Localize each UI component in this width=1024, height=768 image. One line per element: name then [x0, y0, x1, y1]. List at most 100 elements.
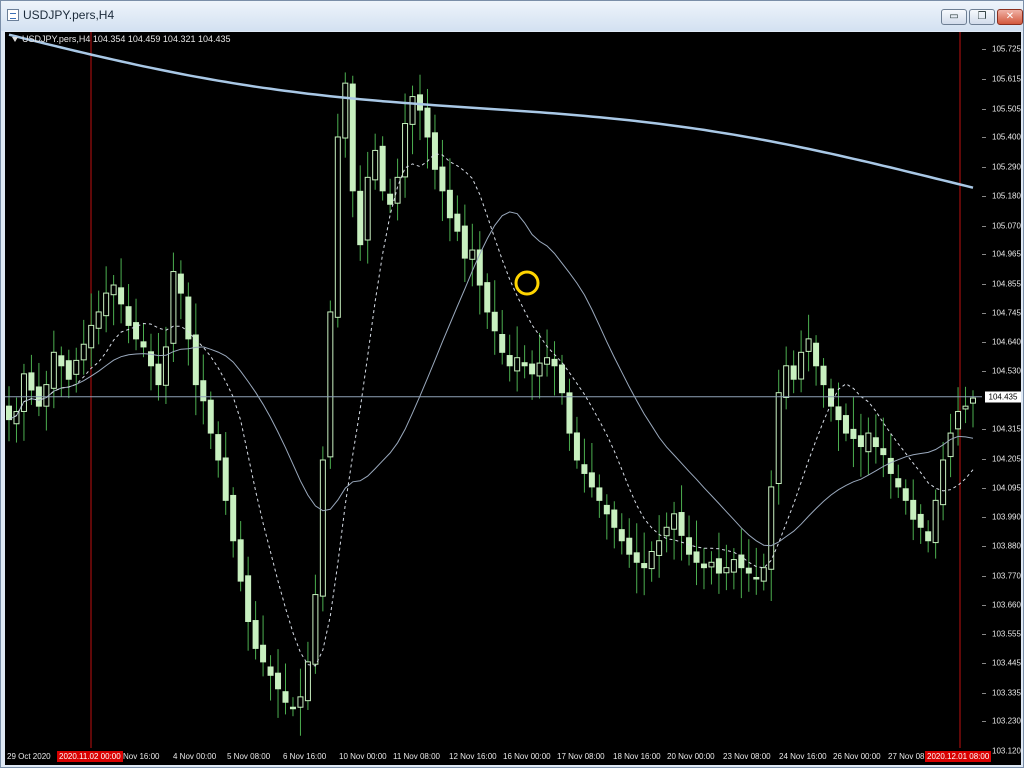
bear-candle-body — [192, 334, 199, 386]
bear-candle-body — [872, 437, 879, 448]
start-time-marker: 2020.11.02 00:00 — [57, 751, 123, 762]
bear-candle-body — [678, 512, 685, 536]
bull-candle-body — [372, 149, 379, 181]
price-label: 105.290 — [992, 162, 1021, 172]
bull-candle-body — [334, 136, 341, 318]
bull-candle-body — [103, 292, 110, 317]
bear-candle-body — [431, 132, 438, 170]
bear-candle-body — [917, 513, 924, 528]
bear-candle-body — [230, 494, 237, 542]
minimize-button[interactable]: ▭ — [941, 9, 967, 25]
ma-slow-line — [8, 33, 974, 189]
price-label: 103.555 — [992, 629, 1021, 639]
terminal-chart-window: USDJPY.pers,H4 ▭ ❐ ✕ USDJPY.pers,H4 104.… — [0, 0, 1024, 768]
price-tick — [982, 49, 986, 51]
price-label: 103.770 — [992, 571, 1021, 581]
time-label: 6 Nov 16:00 — [283, 752, 327, 761]
restore-button[interactable]: ❐ — [969, 9, 995, 25]
bull-candle-body — [544, 357, 551, 365]
time-label: 5 Nov 08:00 — [227, 752, 271, 761]
bull-candle-body — [730, 559, 737, 573]
bull-candle-body — [304, 661, 311, 702]
price-tick — [982, 458, 986, 460]
bear-candle-body — [499, 334, 506, 353]
bull-candle-body — [312, 594, 319, 665]
symbol-ohlc-text: USDJPY.pers,H4 104.354 104.459 104.321 1… — [22, 34, 231, 44]
collapse-triangle-icon[interactable] — [12, 37, 18, 43]
price-tick — [982, 136, 986, 138]
price-label: 105.725 — [992, 44, 1021, 54]
price-label: 104.530 — [992, 366, 1021, 376]
time-label: 27 Nov 08 — [888, 752, 925, 761]
bear-candle-body — [491, 311, 498, 332]
bull-candle-body — [865, 432, 872, 453]
bear-candle-body — [387, 193, 394, 205]
bear-candle-body — [880, 448, 887, 456]
bear-candle-body — [910, 499, 917, 520]
highlight-circle-marker — [514, 270, 540, 296]
bear-candle-body — [850, 428, 857, 439]
price-label: 105.070 — [992, 221, 1021, 231]
price-tick — [982, 371, 986, 373]
bull-candle-body — [671, 513, 678, 530]
bear-candle-body — [573, 432, 580, 461]
bear-candle-body — [207, 399, 214, 434]
price-tick — [982, 516, 986, 518]
bear-candle-body — [895, 478, 902, 488]
price-tick — [982, 341, 986, 343]
price-label: 104.095 — [992, 483, 1021, 493]
bear-candle-body — [260, 644, 267, 663]
bull-candle-body — [327, 311, 334, 458]
price-tick — [982, 429, 986, 431]
bear-candle-body — [379, 145, 386, 192]
price-tick — [982, 79, 986, 81]
bear-candle-body — [745, 567, 752, 574]
price-label: 103.660 — [992, 600, 1021, 610]
price-label: 104.965 — [992, 249, 1021, 259]
current-bid-tag: 104.435 — [985, 391, 1021, 403]
bull-candle-body — [536, 362, 543, 377]
price-tick — [982, 254, 986, 256]
bear-candle-body — [484, 282, 491, 313]
chart-window-icon — [7, 9, 19, 21]
bear-candle-body — [439, 166, 446, 192]
bull-candle-body — [775, 392, 782, 485]
close-button[interactable]: ✕ — [997, 9, 1023, 25]
time-label: 16 Nov 00:00 — [503, 752, 551, 761]
price-tick — [982, 283, 986, 285]
bull-candle-body — [708, 561, 715, 568]
bear-candle-body — [611, 509, 618, 528]
time-label: Nov 16:00 — [123, 752, 160, 761]
bear-candle-body — [686, 537, 693, 555]
bull-candle-body — [955, 411, 962, 430]
bear-candle-body — [581, 464, 588, 474]
candlestick-plot[interactable] — [5, 32, 982, 748]
bear-candle-body — [529, 363, 536, 375]
bear-candle-body — [588, 472, 595, 488]
bull-candle-body — [760, 567, 767, 582]
bear-candle-body — [65, 360, 72, 380]
bear-candle-body — [715, 558, 722, 574]
bear-candle-body — [58, 355, 65, 367]
title-bar[interactable]: USDJPY.pers,H4 ▭ ❐ ✕ — [1, 1, 1023, 31]
bull-candle-body — [342, 82, 349, 139]
bear-candle-body — [118, 287, 125, 305]
bull-candle-body — [469, 249, 476, 260]
bull-candle-body — [73, 359, 80, 375]
bear-candle-body — [857, 435, 864, 448]
time-axis[interactable]: 29 Oct 2020 Nov 16:00 4 Nov 00:00 5 Nov 08:… — [5, 748, 992, 765]
bear-candle-body — [461, 225, 468, 259]
bull-candle-body — [947, 432, 954, 458]
bear-candle-body — [566, 392, 573, 434]
price-chart[interactable]: USDJPY.pers,H4 104.354 104.459 104.321 1… — [5, 32, 1021, 765]
price-tick — [982, 313, 986, 315]
bear-candle-body — [140, 341, 147, 348]
bull-candle-body — [110, 284, 117, 296]
bear-candle-body — [521, 362, 528, 367]
bear-candle-body — [551, 358, 558, 367]
symbol-header: USDJPY.pers,H4 104.354 104.459 104.321 1… — [12, 34, 231, 44]
bull-candle-body — [656, 540, 663, 556]
bull-candle-body — [319, 459, 326, 597]
price-tick — [982, 575, 986, 577]
price-axis[interactable]: 105.725 105.615 105.505 105.400 105.290 105.1… — [982, 32, 1021, 765]
